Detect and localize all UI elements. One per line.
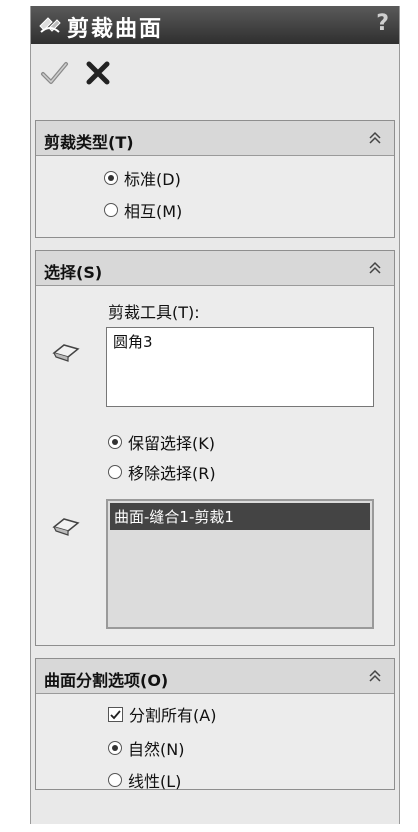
action-bar: [31, 58, 399, 92]
radio-remove-label: 移除选择(R): [128, 464, 216, 483]
trim-type-header[interactable]: 剪裁类型(T): [36, 121, 394, 156]
selection-pick-icon: [52, 344, 80, 362]
selection-group: 选择(S) 剪裁工具(T): 圆角3 保留选择(K) 移除选择(R) 曲面-缝合…: [35, 250, 395, 646]
cancel-x-icon[interactable]: [83, 58, 113, 88]
radio-standard-label: 标准(D): [124, 170, 181, 189]
radio-linear[interactable]: 线性(L): [108, 767, 181, 793]
list-item[interactable]: 曲面-缝合1-剪裁1: [110, 503, 370, 530]
ok-check-icon[interactable]: [39, 58, 69, 88]
collapse-chevron-icon[interactable]: [366, 129, 384, 147]
radio-remove-button[interactable]: [108, 465, 122, 479]
help-button[interactable]: ?: [376, 11, 389, 36]
radio-linear-button[interactable]: [108, 773, 122, 787]
split-all-label: 分割所有(A): [129, 706, 217, 725]
split-options-header[interactable]: 曲面分割选项(O): [36, 659, 394, 694]
list-item[interactable]: 圆角3: [107, 328, 373, 355]
radio-natural-label: 自然(N): [128, 740, 185, 759]
property-manager-panel: 剪裁曲面 ? 剪裁类型(T) 标准(D) 相互(M) 选择(S) 剪裁工具(T)…: [30, 6, 400, 824]
split-options-group: 曲面分割选项(O) 分割所有(A) 自然(N) 线性(L): [35, 658, 395, 793]
trim-type-group: 剪裁类型(T) 标准(D) 相互(M): [35, 120, 395, 238]
trim-tool-label: 剪裁工具(T):: [108, 303, 200, 322]
radio-natural-button[interactable]: [108, 741, 122, 755]
split-options-title: 曲面分割选项(O): [44, 671, 169, 690]
collapse-chevron-icon[interactable]: [366, 259, 384, 277]
surface-listbox[interactable]: 曲面-缝合1-剪裁1: [106, 499, 374, 629]
trim-tool-listbox[interactable]: 圆角3: [106, 327, 374, 407]
split-all-checkbox-row[interactable]: 分割所有(A): [108, 701, 216, 727]
radio-keep-button[interactable]: [108, 435, 122, 449]
trim-surface-icon: [39, 17, 61, 33]
radio-keep-selection[interactable]: 保留选择(K): [108, 429, 215, 455]
selection-title: 选择(S): [44, 263, 103, 282]
panel-title: 剪裁曲面: [67, 17, 164, 42]
title-bar: 剪裁曲面 ?: [31, 6, 399, 44]
selection-header[interactable]: 选择(S): [36, 251, 394, 286]
split-all-checkbox[interactable]: [108, 706, 123, 722]
radio-natural[interactable]: 自然(N): [108, 735, 184, 761]
radio-mutual[interactable]: 相互(M): [104, 197, 182, 223]
radio-remove-selection[interactable]: 移除选择(R): [108, 459, 216, 485]
radio-standard-button[interactable]: [104, 171, 118, 185]
selection-pick-icon: [52, 518, 80, 536]
radio-linear-label: 线性(L): [128, 772, 182, 791]
checkmark-icon: [110, 709, 121, 719]
radio-mutual-button[interactable]: [104, 203, 118, 217]
collapse-chevron-icon[interactable]: [366, 667, 384, 685]
trim-type-title: 剪裁类型(T): [44, 133, 134, 152]
radio-keep-label: 保留选择(K): [128, 434, 215, 453]
radio-standard[interactable]: 标准(D): [104, 165, 181, 191]
radio-mutual-label: 相互(M): [124, 202, 183, 221]
